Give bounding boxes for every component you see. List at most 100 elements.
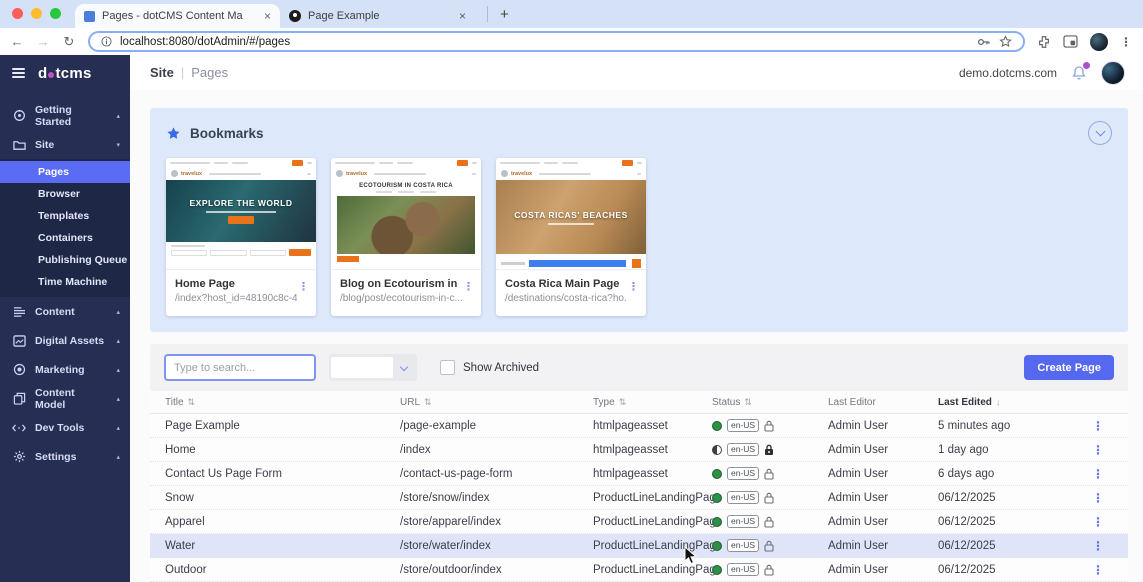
bookmark-menu-icon[interactable]: ⋮ xyxy=(298,280,309,293)
tab-close-icon[interactable]: × xyxy=(264,10,271,22)
row-menu-icon[interactable]: ⋮ xyxy=(1068,467,1128,481)
language-dropdown[interactable] xyxy=(329,354,417,381)
cell-edited: 5 minutes ago xyxy=(938,420,1068,432)
bookmark-menu-icon[interactable]: ⋮ xyxy=(463,280,474,293)
cell-title[interactable]: Home xyxy=(165,444,400,456)
sidebar-item-publishing-queue[interactable]: Publishing Queue xyxy=(0,249,130,271)
bookmark-title[interactable]: Blog on Ecotourism in Cost... xyxy=(340,278,458,290)
sidebar-item-digital-assets[interactable]: Digital Assets ▴ xyxy=(0,326,130,355)
cell-title[interactable]: Snow xyxy=(165,492,400,504)
table-row[interactable]: Contact Us Page Form /contact-us-page-fo… xyxy=(150,462,1128,486)
browser-tab-page-example[interactable]: Page Example × xyxy=(280,4,475,28)
table-row[interactable]: Page Example /page-example htmlpageasset… xyxy=(150,414,1128,438)
cell-status: en-US xyxy=(712,491,828,504)
column-header-url[interactable]: URL⇅ xyxy=(400,397,593,408)
table-row[interactable]: Apparel /store/apparel/index ProductLine… xyxy=(150,510,1128,534)
cell-url: /store/water/index xyxy=(400,540,593,552)
tab-close-icon[interactable]: × xyxy=(459,10,466,22)
table-row[interactable]: Home /index htmlpageasset en-US Admin Us… xyxy=(150,438,1128,462)
extensions-icon[interactable] xyxy=(1037,35,1051,49)
sidebar-item-marketing[interactable]: Marketing ▴ xyxy=(0,355,130,384)
bookmark-thumbnail: travelux ECOTOURISM IN COSTA RICA xyxy=(331,158,481,270)
address-bar[interactable]: localhost:8080/dotAdmin/#/pages xyxy=(88,31,1025,52)
tab-search-icon[interactable] xyxy=(1063,35,1078,48)
current-site-host[interactable]: demo.dotcms.com xyxy=(959,66,1057,80)
caret-up-icon: ▴ xyxy=(116,395,120,403)
reload-icon[interactable]: ↻ xyxy=(62,34,76,50)
cell-title[interactable]: Apparel xyxy=(165,516,400,528)
cell-type: ProductLineLandingPage xyxy=(593,492,712,504)
sidebar-item-time-machine[interactable]: Time Machine xyxy=(0,271,130,293)
new-tab-button[interactable]: + xyxy=(487,6,509,22)
table-row[interactable]: Outdoor /store/outdoor/index ProductLine… xyxy=(150,558,1128,582)
site-info-icon[interactable] xyxy=(101,36,112,47)
cell-title[interactable]: Outdoor xyxy=(165,564,400,576)
bookmark-title[interactable]: Home Page xyxy=(175,278,293,290)
cell-title[interactable]: Page Example xyxy=(165,420,400,432)
row-menu-icon[interactable]: ⋮ xyxy=(1068,563,1128,577)
sort-icon[interactable]: ⇅ xyxy=(744,397,752,408)
password-key-icon[interactable] xyxy=(977,36,991,48)
row-menu-icon[interactable]: ⋮ xyxy=(1068,515,1128,529)
column-header-last-edited[interactable]: Last Edited↓ xyxy=(938,397,1068,408)
column-header-status[interactable]: Status⇅ xyxy=(712,397,828,408)
sidebar-item-site[interactable]: Site ▾ xyxy=(0,130,130,159)
sidebar-item-label: Settings xyxy=(35,451,76,463)
bookmark-menu-icon[interactable]: ⋮ xyxy=(628,280,639,293)
hamburger-menu-icon[interactable] xyxy=(12,68,25,78)
bookmark-url: /index?host_id=48190c8c-4... xyxy=(175,293,297,304)
row-menu-icon[interactable]: ⋮ xyxy=(1068,491,1128,505)
browser-tab-pages[interactable]: Pages - dotCMS Content Ma × xyxy=(75,4,280,28)
blue-banner xyxy=(529,260,626,267)
create-page-button[interactable]: Create Page xyxy=(1024,355,1114,380)
url-text: localhost:8080/dotAdmin/#/pages xyxy=(120,36,969,48)
bookmark-card-costa-rica[interactable]: travelux COSTA RICAS' BEACHES Costa Rica… xyxy=(496,158,646,316)
browser-profile-avatar[interactable] xyxy=(1090,33,1108,51)
published-working-status-icon xyxy=(712,445,722,455)
minimize-window-button[interactable] xyxy=(31,8,42,19)
bookmarks-collapse-button[interactable] xyxy=(1088,121,1112,145)
table-row[interactable]: Snow /store/snow/index ProductLineLandin… xyxy=(150,486,1128,510)
window-controls[interactable] xyxy=(12,8,61,19)
sort-desc-icon[interactable]: ↓ xyxy=(996,397,1001,407)
sidebar-item-settings[interactable]: Settings ▴ xyxy=(0,442,130,471)
column-header-type[interactable]: Type⇅ xyxy=(593,397,712,408)
column-header-title[interactable]: Title⇅ xyxy=(165,397,400,408)
forward-icon[interactable]: → xyxy=(36,34,50,49)
bookmark-title[interactable]: Costa Rica Main Page xyxy=(505,278,623,290)
close-window-button[interactable] xyxy=(12,8,23,19)
bookmark-card-home-page[interactable]: travelux EXPLORE THE WORLD xyxy=(166,158,316,316)
breadcrumb-site[interactable]: Site xyxy=(150,65,174,80)
row-menu-icon[interactable]: ⋮ xyxy=(1068,539,1128,553)
sidebar-item-pages[interactable]: Pages xyxy=(0,161,130,183)
cell-title[interactable]: Water xyxy=(165,540,400,552)
sidebar-item-content-model[interactable]: Content Model ▴ xyxy=(0,384,130,413)
sidebar-item-containers[interactable]: Containers xyxy=(0,227,130,249)
sidebar-item-dev-tools[interactable]: Dev Tools ▴ xyxy=(0,413,130,442)
back-icon[interactable]: ← xyxy=(10,34,24,49)
sidebar-item-browser[interactable]: Browser xyxy=(0,183,130,205)
bookmark-star-icon[interactable] xyxy=(999,35,1012,48)
table-row-hovered[interactable]: Water /store/water/index ProductLineLand… xyxy=(150,534,1128,558)
notifications-bell-icon[interactable] xyxy=(1071,65,1087,81)
user-avatar[interactable] xyxy=(1101,61,1125,85)
row-menu-icon[interactable]: ⋮ xyxy=(1068,443,1128,457)
show-archived-checkbox[interactable] xyxy=(440,360,455,375)
travelux-brand: travelux xyxy=(346,171,367,177)
sort-icon[interactable]: ⇅ xyxy=(619,397,627,408)
maximize-window-button[interactable] xyxy=(50,8,61,19)
caret-up-icon: ▴ xyxy=(116,337,120,345)
sort-icon[interactable]: ⇅ xyxy=(188,397,196,408)
sort-icon[interactable]: ⇅ xyxy=(424,397,432,408)
bookmark-card-blog-ecotourism[interactable]: travelux ECOTOURISM IN COSTA RICA Blog o… xyxy=(331,158,481,316)
pages-table: Title⇅ URL⇅ Type⇅ Status⇅ Last Editor La… xyxy=(150,391,1128,582)
sidebar-item-templates[interactable]: Templates xyxy=(0,205,130,227)
sidebar-item-getting-started[interactable]: Getting Started ▴ xyxy=(0,101,130,130)
logo-text: tcms xyxy=(55,65,91,82)
cell-title[interactable]: Contact Us Page Form xyxy=(165,468,400,480)
browser-menu-icon[interactable]: ⋮ xyxy=(1120,35,1133,49)
row-menu-icon[interactable]: ⋮ xyxy=(1068,419,1128,433)
sidebar-item-content[interactable]: Content ▴ xyxy=(0,297,130,326)
column-header-last-editor[interactable]: Last Editor xyxy=(828,397,938,408)
search-input[interactable] xyxy=(164,354,316,381)
